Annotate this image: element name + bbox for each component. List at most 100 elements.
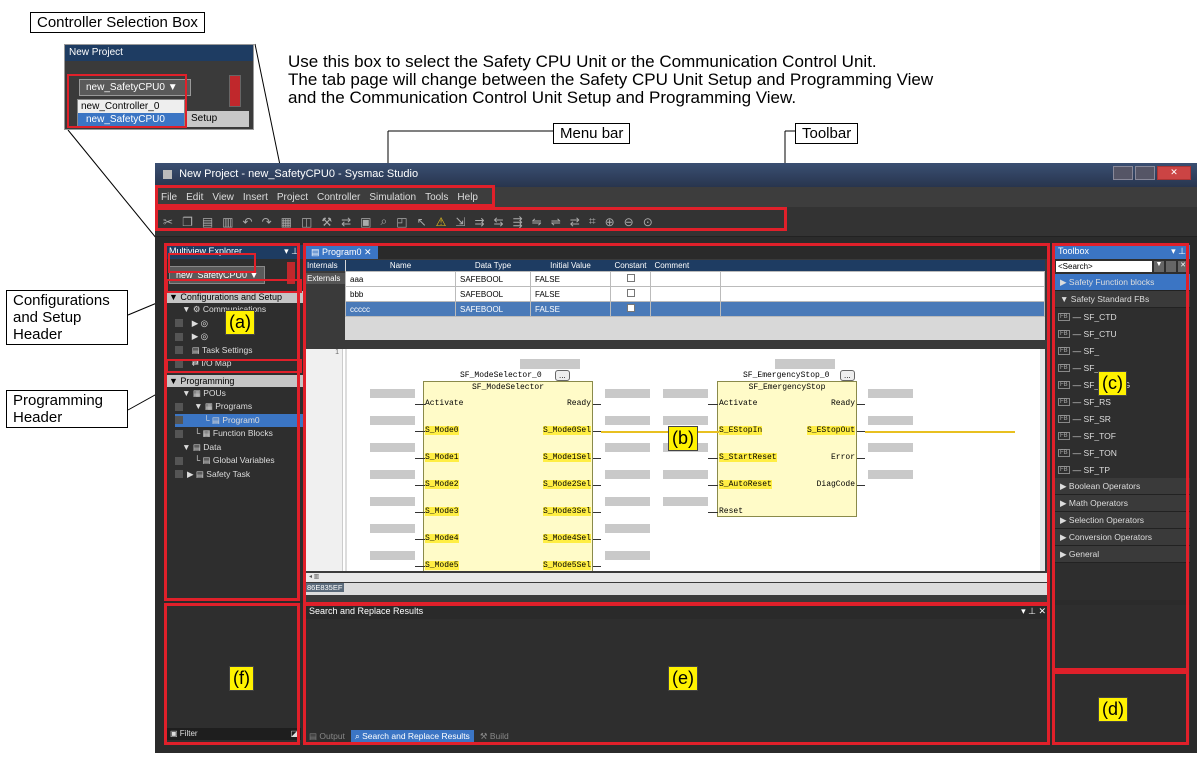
tree-item-pous[interactable]: ▼ ▦ POUs [175,387,303,401]
inset-setup-tab[interactable]: Setup [185,111,249,127]
configurations-and-setup-header[interactable]: ▼ Configurations and Setup [165,291,303,303]
toolbox-group-safety-standard-fbs[interactable]: ▼ Safety Standard FBs [1054,291,1190,308]
copy-icon[interactable]: ❐ [182,215,193,229]
toolbox-group[interactable]: ▶ Math Operators [1054,495,1190,512]
pin-icon[interactable]: ▾ ⊥ [284,246,299,258]
variable-placeholder[interactable] [868,443,913,452]
cell-name[interactable]: aaa [345,271,456,287]
variable-placeholder[interactable] [868,470,913,479]
chevron-down-icon[interactable]: ▼ [1154,261,1164,272]
cell-name[interactable]: bbb [345,286,456,302]
table-row[interactable]: bbb SAFEBOOL FALSE [345,286,1045,302]
fbd-editor[interactable]: 1 SF_ModeSelector_0 ... SF_ModeSelector … [305,349,1045,571]
menu-edit[interactable]: Edit [186,192,203,203]
variable-placeholder[interactable] [605,416,650,425]
variable-placeholder[interactable] [370,389,415,398]
variable-placeholder[interactable] [605,497,650,506]
tab-build[interactable]: ⚒ Build [476,730,513,743]
sim-icon-1[interactable]: ⇲ [455,215,465,229]
cell-type[interactable]: SAFEBOOL [455,286,531,302]
variable-placeholder[interactable] [370,497,415,506]
window-icon[interactable]: ◫ [301,215,312,229]
tree-item-safety-task[interactable]: ▶ ▤ Safety Task [175,468,303,482]
sim-icon-4[interactable]: ⇶ [513,215,523,229]
tab-search-replace[interactable]: ⌕ Search and Replace Results [350,730,474,743]
cell-init[interactable]: FALSE [530,286,611,302]
warning-icon[interactable]: ⚠ [436,215,447,229]
delete-icon[interactable]: ▥ [222,215,233,229]
variable-placeholder[interactable] [605,524,650,533]
variable-placeholder[interactable] [663,416,708,425]
pin-close-icon[interactable]: ▾ ⊥ ✕ [1021,606,1046,618]
inset-option-selected[interactable]: new_SafetyCPU0 [78,113,184,126]
maximize-icon[interactable] [1135,166,1155,180]
menu-simulation[interactable]: Simulation [369,192,416,203]
tree-item-data[interactable]: ▼ ▤ Data [175,441,303,455]
toolbox-group[interactable]: ▶ General [1054,546,1190,563]
tree-item-programs[interactable]: ▼ ▦ Programs [175,400,303,414]
expand-icon[interactable]: ◪ [290,729,298,739]
sim-icon-3[interactable]: ⇆ [494,215,504,229]
variable-placeholder[interactable] [605,389,650,398]
redo-icon[interactable]: ↷ [262,215,272,229]
horizontal-scrollbar[interactable]: ◂ ▥ [305,573,1050,582]
vertical-scrollbar[interactable] [1040,349,1045,571]
tree-item-global-variables[interactable]: └ ▤ Global Variables [175,454,303,468]
toolbox-fb-item[interactable]: FB — SF_ [1054,342,1190,359]
table-row[interactable]: ccccc SAFEBOOL FALSE [345,301,1045,317]
search-option-icon[interactable] [1166,261,1176,272]
variable-placeholder[interactable] [868,389,913,398]
minimize-icon[interactable] [1113,166,1133,180]
variable-placeholder[interactable] [663,470,708,479]
online-icon[interactable]: ◰ [396,215,407,229]
menu-help[interactable]: Help [457,192,478,203]
menu-insert[interactable]: Insert [243,192,268,203]
tree-item-function-blocks[interactable]: └ ▦ Function Blocks [175,427,303,441]
cursor-icon[interactable]: ↖ [417,215,427,229]
tree-item-program0[interactable]: └ ▤ Program0 [175,413,303,427]
variable-placeholder[interactable] [370,416,415,425]
compare-icon[interactable]: ▣ [360,215,371,229]
toolbox-group[interactable]: ▶ Selection Operators [1054,512,1190,529]
controller-dropdown[interactable]: new_SafetyCPU0 ▼ [169,266,266,284]
zoom-fit-icon[interactable]: ⊙ [643,215,653,229]
cell-comment[interactable] [650,271,722,287]
cell-name[interactable]: ccccc [345,301,456,317]
variable-placeholder[interactable] [663,389,708,398]
tab-output[interactable]: ▤ Output [305,730,349,743]
variable-placeholder[interactable] [605,551,650,560]
build-icon[interactable]: ⚒ [321,215,332,229]
grid-icon[interactable]: ⌗ [589,214,596,229]
menu-view[interactable]: View [212,192,234,203]
programming-header[interactable]: ▼ Programming [165,374,303,387]
tab-program0[interactable]: ▤ Program0 ✕ [305,246,378,259]
constant-checkbox[interactable] [626,274,635,282]
tab-externals[interactable]: Externals [305,273,345,284]
cell-comment[interactable] [650,286,722,302]
sim-icon-6[interactable]: ⇌ [551,215,561,229]
cell-type[interactable]: SAFEBOOL [455,271,531,287]
menu-tools[interactable]: Tools [425,192,448,203]
filter-bar[interactable]: ▣ Filter ◪ [167,728,301,740]
variable-placeholder[interactable] [605,443,650,452]
undo-icon[interactable]: ↶ [243,215,253,229]
inset-option[interactable]: new_Controller_0 [78,100,184,113]
menu-controller[interactable]: Controller [317,192,360,203]
toolbox-fb-item[interactable]: FB — SF_TP [1054,461,1190,478]
zoom-in-icon[interactable]: ⊕ [605,215,615,229]
cell-type[interactable]: SAFEBOOL [455,301,531,317]
fb2-instance-button[interactable]: ... [840,370,855,381]
find-icon[interactable]: ⌕ [381,214,388,229]
variable-placeholder[interactable] [370,524,415,533]
save-icon[interactable]: ▦ [281,215,292,229]
sim-icon-7[interactable]: ⇄ [570,215,580,229]
fb1-instance-name[interactable]: SF_ModeSelector_0 [460,371,542,380]
toolbox-group-safety-function-blocks[interactable]: ▶ Safety Function blocks [1054,274,1190,291]
constant-checkbox[interactable] [626,289,635,297]
menu-project[interactable]: Project [277,192,308,203]
cell-init[interactable]: FALSE [530,271,611,287]
toolbox-fb-item[interactable]: FB — SF_CTD [1054,308,1190,325]
fb1-instance-button[interactable]: ... [555,370,570,381]
toolbox-search-input[interactable]: <Search> [1056,261,1152,272]
tree-item-io-map[interactable]: ⇄ I/O Map [175,357,303,371]
